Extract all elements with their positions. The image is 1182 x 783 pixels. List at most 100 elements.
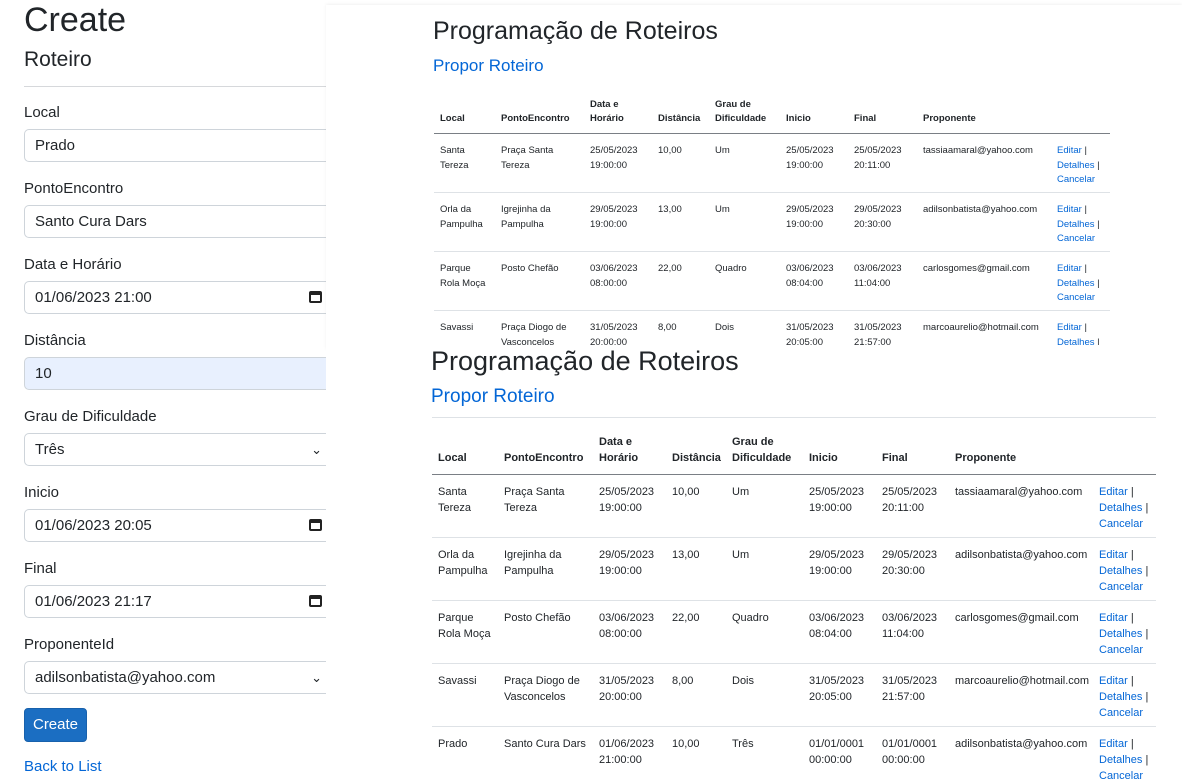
editar-link[interactable]: Editar bbox=[1057, 204, 1082, 215]
final-input[interactable]: 01/06/2023 21:17 bbox=[24, 585, 333, 618]
cell-data: 25/05/2023 19:00:00 bbox=[593, 474, 666, 538]
editar-link[interactable]: Editar bbox=[1057, 322, 1082, 333]
separator: | bbox=[1084, 204, 1087, 215]
detalhes-link[interactable]: Detalhes bbox=[1099, 754, 1142, 766]
separator: | bbox=[1145, 690, 1149, 703]
calendar-icon[interactable] bbox=[309, 291, 322, 303]
cancelar-link[interactable]: Cancelar bbox=[1057, 292, 1095, 303]
local-input[interactable]: Prado bbox=[24, 129, 327, 162]
back-to-list-link[interactable]: Back to List bbox=[24, 758, 102, 776]
editar-link[interactable]: Editar bbox=[1099, 612, 1128, 624]
separator: | bbox=[1145, 627, 1149, 640]
table-row: Parque Rola Moça Posto Chefão 03/06/2023 0… bbox=[434, 251, 1110, 311]
table-row: Orla da Pampulha Igrejinha da Pampulha 29/… bbox=[434, 192, 1110, 252]
cancelar-link[interactable]: Cancelar bbox=[1057, 174, 1095, 185]
inicio-input[interactable]: 01/06/2023 20:05 bbox=[24, 509, 333, 542]
cell-data: 29/05/2023 19:00:00 bbox=[584, 192, 652, 252]
ponto-encontro-input[interactable]: Santo Cura Dars bbox=[24, 205, 327, 238]
calendar-icon[interactable] bbox=[309, 595, 322, 607]
table-header-row: Local PontoEncontro Data e Horário Distânci… bbox=[434, 91, 1110, 134]
data-horario-input[interactable]: 01/06/2023 21:00 bbox=[24, 281, 333, 314]
inicio-label: Inicio bbox=[24, 484, 60, 501]
chevron-down-icon: ⌄ bbox=[311, 670, 322, 685]
cell-inicio: 29/05/2023 19:00:00 bbox=[780, 192, 848, 252]
cell-local: Santa Tereza bbox=[434, 133, 495, 193]
cell-inicio: 31/05/2023 20:05:00 bbox=[803, 663, 876, 727]
table-row: Santa Tereza Praça Santa Tereza 25/05/2023… bbox=[432, 474, 1156, 538]
column-header-data-horario: Data e Horário bbox=[584, 91, 652, 134]
cell-ponto: Igrejinha da Pampulha bbox=[495, 192, 584, 252]
detalhes-link[interactable]: Detalhes bbox=[1057, 219, 1095, 230]
cancelar-link[interactable]: Cancelar bbox=[1099, 644, 1143, 656]
detalhes-link[interactable]: Detalhes bbox=[1057, 278, 1095, 289]
propor-roteiro-link[interactable]: Propor Roteiro bbox=[431, 386, 555, 408]
column-header-distancia: Distância bbox=[666, 425, 726, 475]
propor-roteiro-link[interactable]: Propor Roteiro bbox=[433, 56, 544, 76]
editar-link[interactable]: Editar bbox=[1099, 738, 1128, 750]
editar-link[interactable]: Editar bbox=[1057, 145, 1082, 156]
detalhes-link[interactable]: Detalhes bbox=[1057, 160, 1095, 171]
cell-proponente: adilsonbatista@yahoo.com bbox=[917, 192, 1051, 252]
cell-final: 03/06/2023 11:04:00 bbox=[876, 600, 949, 664]
cell-final: 29/05/2023 20:30:00 bbox=[876, 537, 949, 601]
cell-final: 01/01/0001 00:00:00 bbox=[876, 726, 949, 783]
cancelar-link[interactable]: Cancelar bbox=[1099, 770, 1143, 782]
cell-final: 25/05/2023 20:11:00 bbox=[876, 474, 949, 538]
ponto-encontro-value: Santo Cura Dars bbox=[35, 213, 147, 230]
chevron-down-icon: ⌄ bbox=[311, 442, 322, 457]
cell-grau: Um bbox=[709, 133, 780, 193]
cell-proponente: adilsonbatista@yahoo.com bbox=[949, 726, 1093, 783]
separator: | bbox=[1084, 322, 1087, 333]
row-actions: Editar |Detalhes |Cancelar bbox=[1093, 474, 1156, 538]
grau-dificuldade-select[interactable]: Três ⌄ bbox=[24, 433, 333, 466]
editar-link[interactable]: Editar bbox=[1099, 486, 1128, 498]
cell-grau: Um bbox=[726, 537, 803, 601]
column-header-local: Local bbox=[434, 91, 495, 134]
roteiros-list-before: Programação de Roteiros Propor Roteiro L… bbox=[326, 5, 1182, 350]
column-header-final: Final bbox=[876, 425, 949, 475]
cancelar-link[interactable]: Cancelar bbox=[1099, 518, 1143, 530]
distancia-input[interactable]: 10 bbox=[24, 357, 327, 390]
cell-distancia: 22,00 bbox=[666, 600, 726, 664]
column-header-ponto-encontro: PontoEncontro bbox=[495, 91, 584, 134]
detalhes-link[interactable]: Detalhes bbox=[1099, 691, 1142, 703]
cell-proponente: carlosgomes@gmail.com bbox=[917, 251, 1051, 311]
cell-inicio: 25/05/2023 19:00:00 bbox=[780, 133, 848, 193]
separator: | bbox=[1097, 159, 1100, 171]
column-header-ponto-encontro: PontoEncontro bbox=[498, 425, 593, 475]
cancelar-link[interactable]: Cancelar bbox=[1099, 581, 1143, 593]
column-header-local: Local bbox=[432, 425, 498, 475]
cell-ponto: Praça Diogo de Vasconcelos bbox=[498, 663, 593, 727]
list-title: Programação de Roteiros bbox=[431, 346, 739, 376]
detalhes-link[interactable]: Detalhes bbox=[1099, 502, 1142, 514]
cell-ponto: Praça Santa Tereza bbox=[498, 474, 593, 538]
column-header-actions bbox=[1093, 425, 1156, 475]
cell-final: 31/05/2023 21:57:00 bbox=[876, 663, 949, 727]
row-actions: Editar |Detalhes |Cancelar bbox=[1051, 251, 1110, 311]
calendar-icon[interactable] bbox=[309, 519, 322, 531]
proponente-value: adilsonbatista@yahoo.com bbox=[35, 669, 216, 686]
cell-final: 25/05/2023 20:11:00 bbox=[848, 133, 917, 193]
editar-link[interactable]: Editar bbox=[1099, 675, 1128, 687]
cell-proponente: adilsonbatista@yahoo.com bbox=[949, 537, 1093, 601]
row-actions: Editar |Detalhes |Cancelar bbox=[1051, 133, 1110, 193]
editar-link[interactable]: Editar bbox=[1099, 549, 1128, 561]
detalhes-link[interactable]: Detalhes bbox=[1099, 565, 1142, 577]
data-horario-value: 01/06/2023 21:00 bbox=[35, 289, 152, 306]
separator: | bbox=[1084, 263, 1087, 274]
cancelar-link[interactable]: Cancelar bbox=[1057, 233, 1095, 244]
final-value: 01/06/2023 21:17 bbox=[35, 593, 152, 610]
table-header-row: Local PontoEncontro Data e Horário Distânci… bbox=[432, 425, 1156, 475]
proponente-select[interactable]: adilsonbatista@yahoo.com ⌄ bbox=[24, 661, 333, 694]
editar-link[interactable]: Editar bbox=[1057, 263, 1082, 274]
divider bbox=[24, 86, 334, 87]
separator: | bbox=[1097, 218, 1100, 230]
cell-ponto: Santo Cura Dars bbox=[498, 726, 593, 783]
detalhes-link[interactable]: Detalhes bbox=[1099, 628, 1142, 640]
separator: | bbox=[1130, 486, 1134, 498]
row-actions: Editar |Detalhes |Cancelar bbox=[1093, 726, 1156, 783]
separator: | bbox=[1145, 501, 1149, 514]
grau-dificuldade-value: Três bbox=[35, 441, 65, 458]
create-button[interactable]: Create bbox=[24, 708, 87, 742]
cancelar-link[interactable]: Cancelar bbox=[1099, 707, 1143, 719]
